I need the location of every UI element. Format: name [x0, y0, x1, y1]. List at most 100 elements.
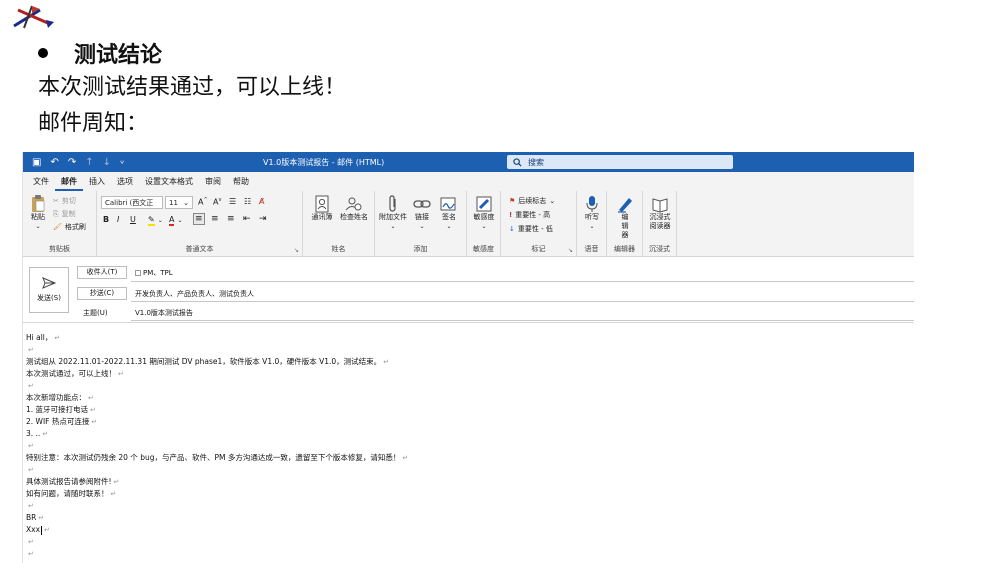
subject-field[interactable]: V1.0版本测试报告 [135, 308, 193, 318]
search-box[interactable]: 搜索 [507, 155, 733, 169]
check-names-label: 检查姓名 [340, 213, 368, 221]
editor-button[interactable]: 编辑器 [611, 195, 639, 240]
paragraph-mark-icon: ↵ [44, 526, 50, 534]
sensitivity-icon [476, 196, 492, 212]
clipboard-icon [32, 195, 45, 212]
arrow-up-icon[interactable]: ↑ [85, 157, 93, 168]
send-button[interactable]: 发送(S) [29, 267, 69, 313]
chevron-down-icon: ⌄ [390, 223, 396, 230]
outlook-compose-window: ▣ ↶ ↷ ↑ ↓ ⩒ V1.0版本测试报告 - 邮件 (HTML) 搜索 文件… [22, 152, 914, 563]
tab-options[interactable]: 选项 [111, 172, 139, 191]
tab-review[interactable]: 审阅 [199, 172, 227, 191]
align-left-button[interactable]: ≡ [193, 213, 205, 225]
cc-button[interactable]: 抄送(C) [77, 287, 127, 300]
chevron-down-icon: ⌄ [419, 223, 425, 230]
body-line: 如有问题，请随时联系！ ↵ [26, 488, 408, 500]
bullets-button[interactable]: ☰ [229, 197, 236, 206]
message-body[interactable]: Hi all， ↵ ↵ 测试组从 2022.11.01-2022.11.31 期间测试… [26, 332, 408, 560]
check-names-button[interactable]: 检查姓名 [337, 195, 371, 222]
chevron-down-icon: ⌄ [589, 223, 595, 230]
quick-access-toolbar: ▣ ↶ ↷ ↑ ↓ ⩒ [23, 157, 124, 168]
bullet-dot-icon [38, 48, 48, 58]
send-icon [42, 277, 56, 289]
scissors-icon: ✂ [53, 197, 59, 205]
body-line: ↵ [26, 380, 408, 392]
shrink-font-button[interactable]: Av [213, 197, 221, 207]
immersive-reader-icon [652, 198, 668, 213]
underline-button[interactable]: U [130, 215, 136, 224]
align-center-button[interactable]: ≡ [211, 214, 219, 224]
redo-icon[interactable]: ↷ [68, 157, 76, 168]
save-icon[interactable]: ▣ [32, 157, 41, 168]
align-right-button[interactable]: ≡ [227, 214, 235, 224]
to-value: PM、TPL [143, 269, 173, 277]
to-button[interactable]: 收件人(T) [77, 266, 127, 279]
sensitivity-button[interactable]: 敏感度 ⌄ [469, 195, 499, 231]
voice-group: 听写 ⌄ 语音 [577, 191, 607, 257]
bold-icon: B [103, 215, 110, 224]
divider [131, 320, 914, 321]
importance-high-button[interactable]: ! 重要性 - 高 [509, 210, 550, 220]
body-line: ↵ [26, 500, 408, 512]
tab-help[interactable]: 帮助 [227, 172, 255, 191]
copy-icon: ⎘ [53, 209, 59, 218]
undo-icon[interactable]: ↶ [50, 157, 58, 168]
immersive-group-label: 沉浸式 [649, 245, 670, 253]
attach-file-button[interactable]: 附加文件 ⌄ [377, 195, 409, 231]
include-group-label: 添加 [413, 245, 428, 253]
highlight-button[interactable]: ✎ ⌄ [148, 215, 163, 226]
decrease-indent-button[interactable]: ⇤ [243, 214, 251, 224]
to-field[interactable]: PM、TPL [135, 268, 173, 278]
arrow-down-icon: ↓ [509, 225, 515, 233]
copy-button[interactable]: ⎘ 复制 [53, 209, 76, 219]
importance-high-label: 重要性 - 高 [515, 211, 551, 219]
link-label: 链接 [415, 213, 429, 221]
immersive-reader-button[interactable]: 沉浸式阅读器 [645, 195, 675, 231]
increase-indent-button[interactable]: ⇥ [259, 214, 267, 224]
paste-button[interactable]: 粘贴 ⌄ [27, 195, 49, 231]
importance-low-button[interactable]: ↓ 重要性 - 低 [509, 224, 553, 234]
follow-up-button[interactable]: ⚑ 后续标志 ⌄ [509, 196, 555, 206]
tab-format-text[interactable]: 设置文本格式 [139, 172, 199, 191]
italic-button[interactable]: I [117, 215, 119, 224]
customize-toolbar-icon[interactable]: ⩒ [120, 158, 124, 167]
follow-up-label: 后续标志 [518, 197, 547, 205]
to-label: 收件人(T) [86, 268, 118, 276]
arrow-down-icon[interactable]: ↓ [103, 157, 111, 168]
cc-field[interactable]: 开发负责人、产品负责人、测试负责人 [135, 289, 254, 299]
paragraph-mark-icon: ↵ [28, 466, 34, 474]
grow-font-button[interactable]: A^ [198, 197, 208, 207]
paperclip-icon [389, 195, 396, 212]
dialog-launcher-icon[interactable]: ↘ [568, 247, 573, 254]
tags-group-label: 标记 [531, 245, 546, 253]
cut-button[interactable]: ✂ 剪切 [53, 196, 76, 206]
format-painter-button[interactable]: 🖌 格式刷 [53, 222, 86, 232]
paragraph-mark-icon: ↵ [118, 370, 124, 378]
numbering-button[interactable]: ☷ [244, 197, 251, 206]
body-line: 特别注意：本次测试仍残余 20 个 bug，与产品、软件、PM 多方沟通达成一致… [26, 452, 408, 464]
attach-file-label: 附加文件 [379, 213, 407, 221]
chevron-down-icon: ⌄ [549, 197, 556, 205]
slide-bullet-text: 测试结论 [74, 42, 163, 68]
link-button[interactable]: 链接 ⌄ [409, 195, 435, 231]
font-color-button[interactable]: A ⌄ [169, 215, 183, 226]
tab-message[interactable]: 邮件 [55, 172, 83, 191]
body-line: 本次测试通过，可以上线！ ↵ [26, 368, 408, 380]
tab-insert[interactable]: 插入 [83, 172, 111, 191]
tab-file[interactable]: 文件 [27, 172, 55, 191]
paragraph-mark-icon: ↵ [28, 550, 34, 558]
paragraph-mark-icon: ↵ [113, 478, 120, 486]
editor-group: 编辑器 编辑器 [607, 191, 643, 257]
checkbox-icon [135, 270, 141, 276]
font-name-select[interactable]: Calibri (西文正 [101, 196, 163, 209]
clear-format-button[interactable]: A̸ [259, 197, 264, 206]
shrink-font-icon: Av [213, 197, 222, 207]
editor-label: 编辑器 [621, 213, 629, 239]
dictate-button[interactable]: 听写 ⌄ [579, 195, 605, 231]
text-cursor [41, 525, 43, 535]
bold-button[interactable]: B [103, 215, 109, 224]
font-size-select[interactable]: 11 ⌄ [165, 196, 193, 209]
address-book-button[interactable]: 通讯簿 [307, 195, 337, 222]
signature-button[interactable]: 签名 ⌄ [435, 195, 463, 231]
dialog-launcher-icon[interactable]: ↘ [294, 247, 299, 254]
